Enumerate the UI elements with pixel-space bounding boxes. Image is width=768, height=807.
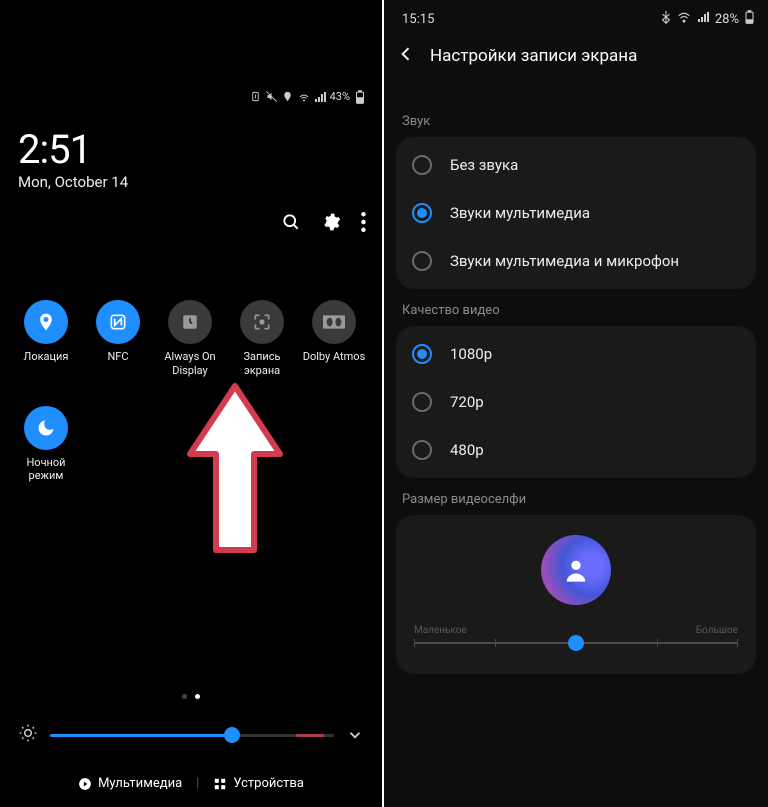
search-icon[interactable] <box>281 212 301 232</box>
play-circle-icon <box>78 777 92 791</box>
quality-options-card: 1080p 720p 480p <box>396 326 756 478</box>
grid-icon <box>213 777 227 791</box>
radio-no-sound[interactable]: Без звука <box>404 141 748 189</box>
clock-block: 2:51 Mon, October 14 <box>18 126 128 191</box>
tile-label: Запись экрана <box>227 350 297 378</box>
devices-button[interactable]: Устройства <box>213 776 304 791</box>
more-icon[interactable] <box>361 212 366 232</box>
tile-label: Ночной режим <box>11 456 81 484</box>
selfie-card: Маленькое Большое <box>396 515 756 674</box>
radio-720p[interactable]: 720p <box>404 378 748 426</box>
brightness-icon <box>18 723 38 747</box>
radio-icon <box>412 440 432 460</box>
wifi-icon <box>298 91 310 103</box>
devices-label: Устройства <box>233 776 304 791</box>
radio-icon <box>412 251 432 271</box>
screen-record-icon <box>240 300 284 344</box>
settings-gear-icon[interactable] <box>321 212 341 232</box>
status-time: 15:15 <box>402 12 434 27</box>
section-quality-label: Качество видео <box>402 303 750 318</box>
tile-label: NFC <box>107 350 128 364</box>
radio-media-and-mic[interactable]: Звуки мультимедиа и микрофон <box>404 237 748 285</box>
radio-icon <box>412 203 432 223</box>
selfie-size-control: Маленькое Большое <box>414 625 738 644</box>
radio-480p[interactable]: 480p <box>404 426 748 474</box>
separator: | <box>196 776 199 791</box>
moon-icon <box>24 406 68 450</box>
page-dot[interactable] <box>195 694 200 699</box>
radio-icon <box>412 155 432 175</box>
radio-icon <box>412 392 432 412</box>
brightness-slider[interactable] <box>50 734 334 737</box>
bottom-row: Мультимедиа | Устройства <box>0 776 382 791</box>
brightness-row <box>18 723 364 747</box>
battery-icon <box>354 91 366 103</box>
signal-icon <box>697 11 709 27</box>
quick-settings-tiles: Локация NFC Always On Display Запись экр… <box>10 300 372 483</box>
tile-always-on-display[interactable]: Always On Display <box>154 300 226 378</box>
quick-settings-actions <box>281 212 366 232</box>
tile-dolby-atmos[interactable]: Dolby Atmos <box>298 300 370 378</box>
radio-label: Без звука <box>450 156 518 174</box>
media-label: Мультимедиа <box>98 776 182 791</box>
tile-label: Dolby Atmos <box>303 350 366 364</box>
tile-night-mode[interactable]: Ночной режим <box>10 406 82 484</box>
location-status-icon <box>282 91 294 103</box>
power-save-icon <box>250 91 262 103</box>
nfc-icon <box>96 300 140 344</box>
battery-percent: 28% <box>715 12 739 27</box>
radio-label: 720p <box>450 393 484 411</box>
selfie-avatar-icon <box>541 535 611 605</box>
radio-media-sounds[interactable]: Звуки мультимедиа <box>404 189 748 237</box>
section-sound-label: Звук <box>402 114 750 129</box>
tile-nfc[interactable]: NFC <box>82 300 154 378</box>
clock-date: Mon, October 14 <box>18 173 128 191</box>
phone-quick-settings: 43% 2:51 Mon, October 14 Локация <box>0 0 384 807</box>
radio-label: 1080p <box>450 345 492 363</box>
tile-label: Локация <box>24 350 69 364</box>
chevron-down-icon[interactable] <box>346 726 364 744</box>
settings-header: Настройки записи экрана <box>396 44 756 68</box>
phone-screen-record-settings: 15:15 28% Настройки записи экрана Звук <box>384 0 768 807</box>
radio-label: Звуки мультимедиа <box>450 204 590 222</box>
clock-square-icon <box>168 300 212 344</box>
pin-icon <box>24 300 68 344</box>
selfie-size-slider[interactable] <box>414 642 738 644</box>
page-title: Настройки записи экрана <box>430 46 637 66</box>
page-indicator <box>0 694 382 699</box>
section-selfie-label: Размер видеоселфи <box>402 492 750 507</box>
battery-percent: 43% <box>330 90 350 103</box>
media-button[interactable]: Мультимедиа <box>78 776 182 791</box>
mute-icon <box>266 91 278 103</box>
status-bar: 15:15 28% <box>402 10 754 28</box>
battery-icon <box>745 10 754 28</box>
radio-label: 480p <box>450 441 484 459</box>
tile-label: Always On Display <box>155 350 225 378</box>
wifi-icon <box>677 11 691 27</box>
radio-1080p[interactable]: 1080p <box>404 330 748 378</box>
tile-location[interactable]: Локация <box>10 300 82 378</box>
clock-time: 2:51 <box>18 126 128 173</box>
radio-icon <box>412 344 432 364</box>
settings-body: Звук Без звука Звуки мультимедиа Звуки м… <box>384 100 768 807</box>
slider-max-label: Большое <box>696 625 738 636</box>
back-button[interactable] <box>396 44 416 68</box>
sound-options-card: Без звука Звуки мультимедиа Звуки мульти… <box>396 137 756 289</box>
page-dot[interactable] <box>182 694 187 699</box>
dolby-icon <box>312 300 356 344</box>
slider-min-label: Маленькое <box>414 625 467 636</box>
status-bar: 43% <box>250 90 366 103</box>
tile-screen-record[interactable]: Запись экрана <box>226 300 298 378</box>
radio-label: Звуки мультимедиа и микрофон <box>450 252 679 270</box>
bluetooth-icon <box>661 10 671 28</box>
signal-icon <box>314 91 326 103</box>
